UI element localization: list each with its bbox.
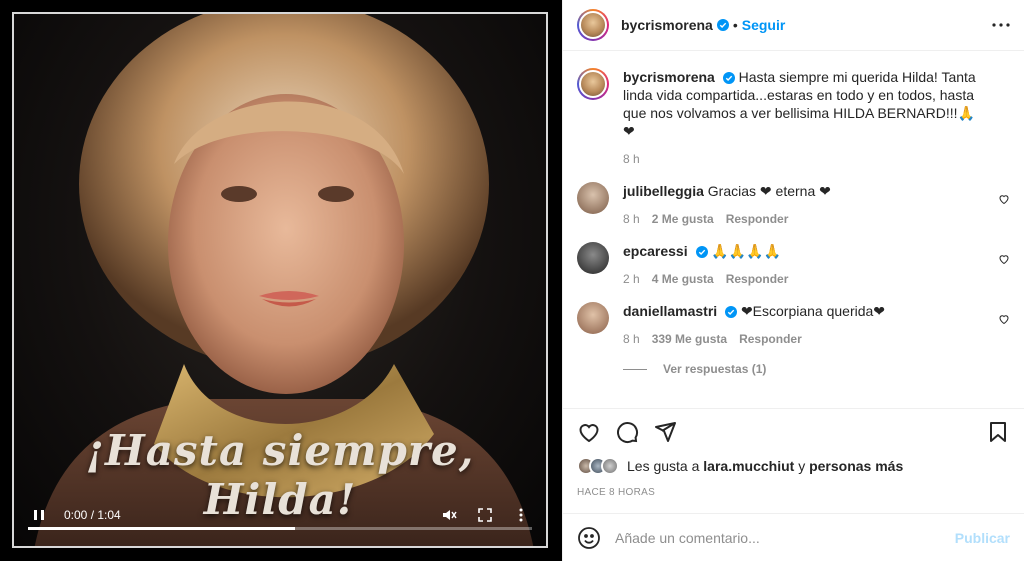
verified-badge-icon	[695, 246, 708, 259]
comment-likes[interactable]: 4 Me gusta	[652, 272, 714, 286]
likes-user[interactable]: lara.mucchiut	[703, 458, 794, 474]
header-separator: •	[732, 17, 738, 33]
comments-list: bycrismorena Hasta siempre mi querida Hi…	[563, 52, 1024, 408]
replies-divider	[623, 368, 647, 370]
action-bar	[577, 409, 1010, 455]
more-options-icon[interactable]	[992, 23, 1010, 27]
publish-button[interactable]: Publicar	[955, 530, 1010, 546]
comment-avatar[interactable]	[577, 302, 609, 334]
comment-username[interactable]: julibelleggia	[623, 183, 704, 199]
verified-badge-icon	[722, 72, 735, 85]
comment-likes[interactable]: 2 Me gusta	[652, 212, 714, 226]
comment-username[interactable]: epcaressi	[623, 243, 688, 259]
comment-input[interactable]	[615, 529, 955, 546]
comment-avatar[interactable]	[577, 182, 609, 214]
like-comment-heart-icon[interactable]	[998, 252, 1010, 265]
likes-middle: y	[798, 458, 806, 474]
more-icon[interactable]	[510, 504, 532, 526]
comment-time: 8 h	[623, 212, 640, 226]
comment-item: daniellamastri ❤Escorpiana querida❤ 8 h …	[577, 302, 1010, 346]
video-time: 0:00 / 1:04	[64, 508, 121, 522]
post-actions-section: Les gusta a lara.mucchiut y personas más…	[563, 408, 1024, 498]
comment-item: julibelleggia Gracias ❤ eterna ❤ 8 h 2 M…	[577, 182, 1010, 226]
add-comment-bar: Publicar	[563, 513, 1024, 561]
comment-bubble-icon[interactable]	[615, 420, 639, 444]
reply-button[interactable]: Responder	[726, 272, 789, 286]
caption: bycrismorena Hasta siempre mi querida Hi…	[577, 68, 1010, 166]
verified-badge-icon	[725, 306, 738, 319]
fullscreen-icon[interactable]	[474, 504, 496, 526]
post-timestamp: HACE 8 HORAS	[577, 487, 656, 498]
header-username[interactable]: bycrismorena	[621, 17, 713, 33]
comment-text: Gracias ❤ eterna ❤	[707, 183, 831, 199]
pause-icon[interactable]	[28, 504, 50, 526]
caption-username[interactable]: bycrismorena	[623, 69, 715, 85]
media-pane: ¡Hasta siempre, Hilda! 0:00 / 1:04	[0, 0, 562, 561]
avatar[interactable]	[577, 9, 609, 41]
caption-text-wrap: bycrismorena Hasta siempre mi querida Hi…	[623, 68, 980, 140]
post-header: bycrismorena • Seguir	[563, 0, 1024, 51]
video-controls: 0:00 / 1:04	[28, 498, 532, 532]
like-heart-icon[interactable]	[577, 420, 601, 444]
verified-badge-icon	[716, 19, 729, 31]
share-paper-plane-icon[interactable]	[653, 420, 677, 444]
likes-summary: Les gusta a lara.mucchiut y personas más	[577, 457, 1010, 475]
like-comment-heart-icon[interactable]	[998, 312, 1010, 325]
comment-text: ❤Escorpiana querida❤	[740, 303, 886, 319]
video-player[interactable]: ¡Hasta siempre, Hilda! 0:00 / 1:04	[12, 12, 548, 548]
likes-others[interactable]: personas más	[809, 458, 903, 474]
view-replies-button[interactable]: Ver respuestas (1)	[623, 362, 1010, 376]
follow-button[interactable]: Seguir	[742, 17, 786, 33]
save-bookmark-icon[interactable]	[986, 420, 1010, 444]
post-side-panel: bycrismorena • Seguir bycrismorena Hasta…	[562, 0, 1024, 561]
likes-prefix: Les gusta a	[627, 458, 700, 474]
comment-text: 🙏🙏🙏🙏	[711, 243, 782, 259]
reply-button[interactable]: Responder	[726, 212, 789, 226]
instagram-post-modal: ¡Hasta siempre, Hilda! 0:00 / 1:04 bycri…	[0, 0, 1024, 561]
view-replies-label: Ver respuestas (1)	[663, 362, 767, 376]
comment-item: epcaressi 🙏🙏🙏🙏 2 h 4 Me gusta Responder	[577, 242, 1010, 286]
comment-time: 2 h	[623, 272, 640, 286]
comment-username[interactable]: daniellamastri	[623, 303, 717, 319]
like-comment-heart-icon[interactable]	[998, 192, 1010, 205]
caption-time: 8 h	[623, 152, 640, 166]
liker-avatars	[577, 457, 619, 475]
comment-avatar[interactable]	[577, 242, 609, 274]
emoji-smiley-icon[interactable]	[577, 526, 601, 550]
reply-button[interactable]: Responder	[739, 332, 802, 346]
caption-avatar[interactable]	[577, 68, 609, 100]
mute-icon[interactable]	[438, 504, 460, 526]
comment-likes[interactable]: 339 Me gusta	[652, 332, 727, 346]
comment-time: 8 h	[623, 332, 640, 346]
